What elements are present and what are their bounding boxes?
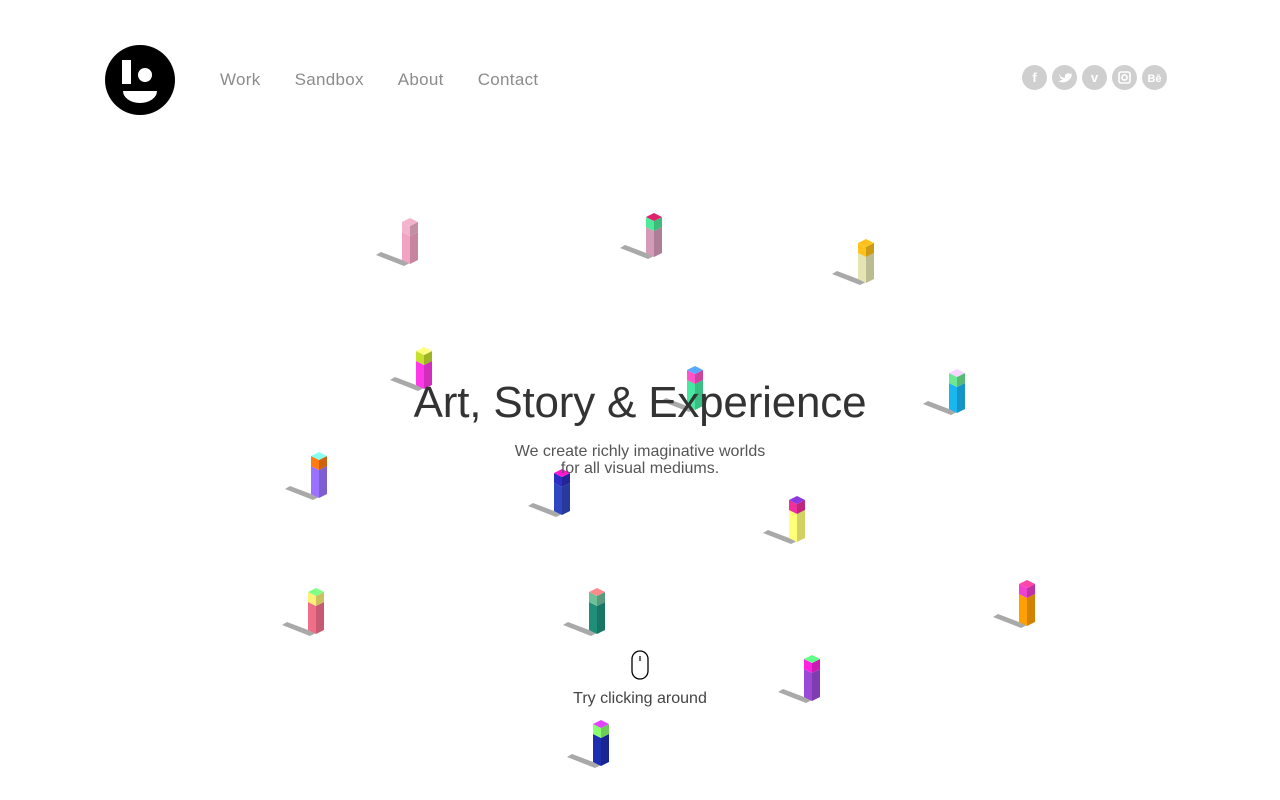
- pillar[interactable]: [763, 496, 805, 544]
- pillar-face-right: [654, 227, 662, 257]
- pillar-face-left: [308, 602, 316, 634]
- pillar-face-right: [410, 232, 418, 264]
- pillar-face-left: [1019, 594, 1027, 626]
- hero-title: Art, Story & Experience: [413, 378, 867, 427]
- pillar-face-left: [789, 510, 797, 542]
- pillar-face-left: [593, 734, 601, 766]
- pillar[interactable]: [376, 218, 418, 266]
- mouse-icon: [631, 650, 649, 680]
- pillar-face-right: [601, 734, 609, 766]
- pillar-face-right: [597, 602, 605, 634]
- pillar-face-left: [402, 232, 410, 264]
- pillar[interactable]: [620, 213, 662, 259]
- pillar[interactable]: [993, 580, 1035, 628]
- pillar-face-right: [866, 253, 874, 283]
- hero-subtitle-line-1: We create richly imaginative worlds: [514, 443, 766, 460]
- pillar[interactable]: [563, 588, 605, 636]
- pillar-face-right: [316, 602, 324, 634]
- pillar-face-left: [858, 253, 866, 283]
- pillar-face-left: [646, 227, 654, 257]
- hero-subtitle: We create richly imaginative worlds for …: [0, 443, 1280, 477]
- pillar-face-right: [562, 483, 570, 515]
- pillar[interactable]: [567, 720, 609, 768]
- pillar-face-right: [797, 510, 805, 542]
- hint-text: Try clicking around: [573, 690, 707, 707]
- hero-subtitle-line-2: for all visual mediums.: [560, 460, 720, 477]
- pillar-face-left: [589, 602, 597, 634]
- pillar[interactable]: [832, 239, 874, 285]
- pillar[interactable]: [282, 588, 324, 636]
- pillar-face-right: [1027, 594, 1035, 626]
- pillar-face-left: [554, 483, 562, 515]
